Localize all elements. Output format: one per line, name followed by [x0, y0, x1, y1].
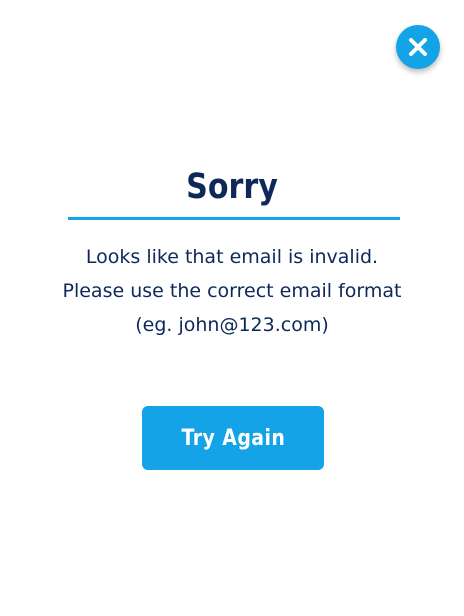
dialog-title: Sorry	[186, 167, 278, 207]
error-message-line: Please use the correct email format	[62, 280, 402, 302]
title-divider	[68, 217, 400, 220]
close-icon	[409, 38, 427, 56]
close-button[interactable]	[396, 25, 440, 69]
error-message: Looks like that email is invalid. Please…	[0, 240, 464, 342]
error-message-line: Looks like that email is invalid.	[85, 246, 379, 268]
error-message-line: (eg. john@123.com)	[135, 314, 329, 336]
try-again-button[interactable]: Try Again	[142, 406, 324, 470]
try-again-label: Try Again	[181, 425, 285, 451]
